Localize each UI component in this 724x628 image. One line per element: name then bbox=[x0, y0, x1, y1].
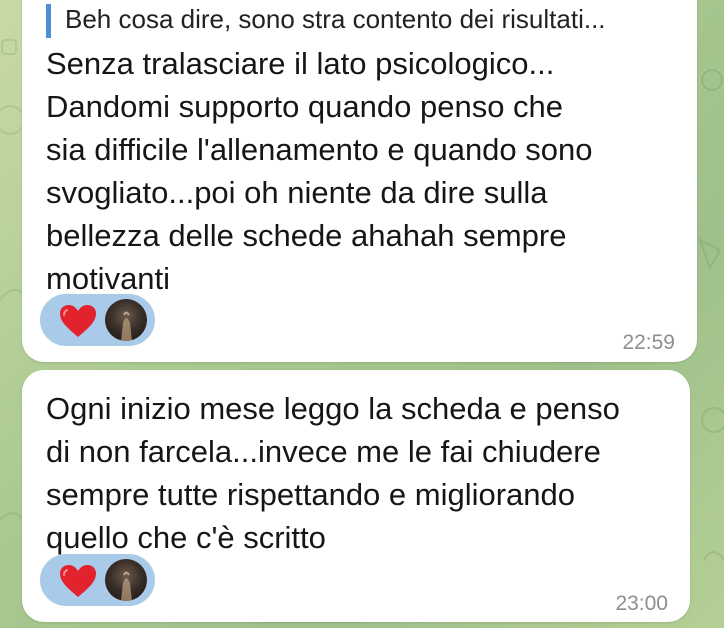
message-timestamp: 22:59 bbox=[622, 331, 675, 354]
avatar bbox=[105, 299, 147, 341]
reaction-pill[interactable] bbox=[40, 554, 155, 606]
reaction-pill[interactable] bbox=[40, 294, 155, 346]
message-bubble[interactable]: Ogni inizio mese leggo la scheda e penso… bbox=[22, 370, 690, 622]
message-bubble[interactable]: Beh cosa dire, sono stra contento dei ri… bbox=[22, 0, 697, 362]
message-text: Ogni inizio mese leggo la scheda e penso… bbox=[46, 391, 620, 555]
avatar bbox=[105, 559, 147, 601]
reply-preview-text: Beh cosa dire, sono stra contento dei ri… bbox=[65, 4, 606, 34]
message-text: Senza tralasciare il lato psicologico...… bbox=[46, 46, 593, 296]
message-timestamp: 23:00 bbox=[615, 592, 668, 615]
heart-icon bbox=[60, 305, 96, 337]
reply-preview[interactable]: Beh cosa dire, sono stra contento dei ri… bbox=[46, 4, 695, 38]
heart-icon bbox=[60, 565, 96, 597]
